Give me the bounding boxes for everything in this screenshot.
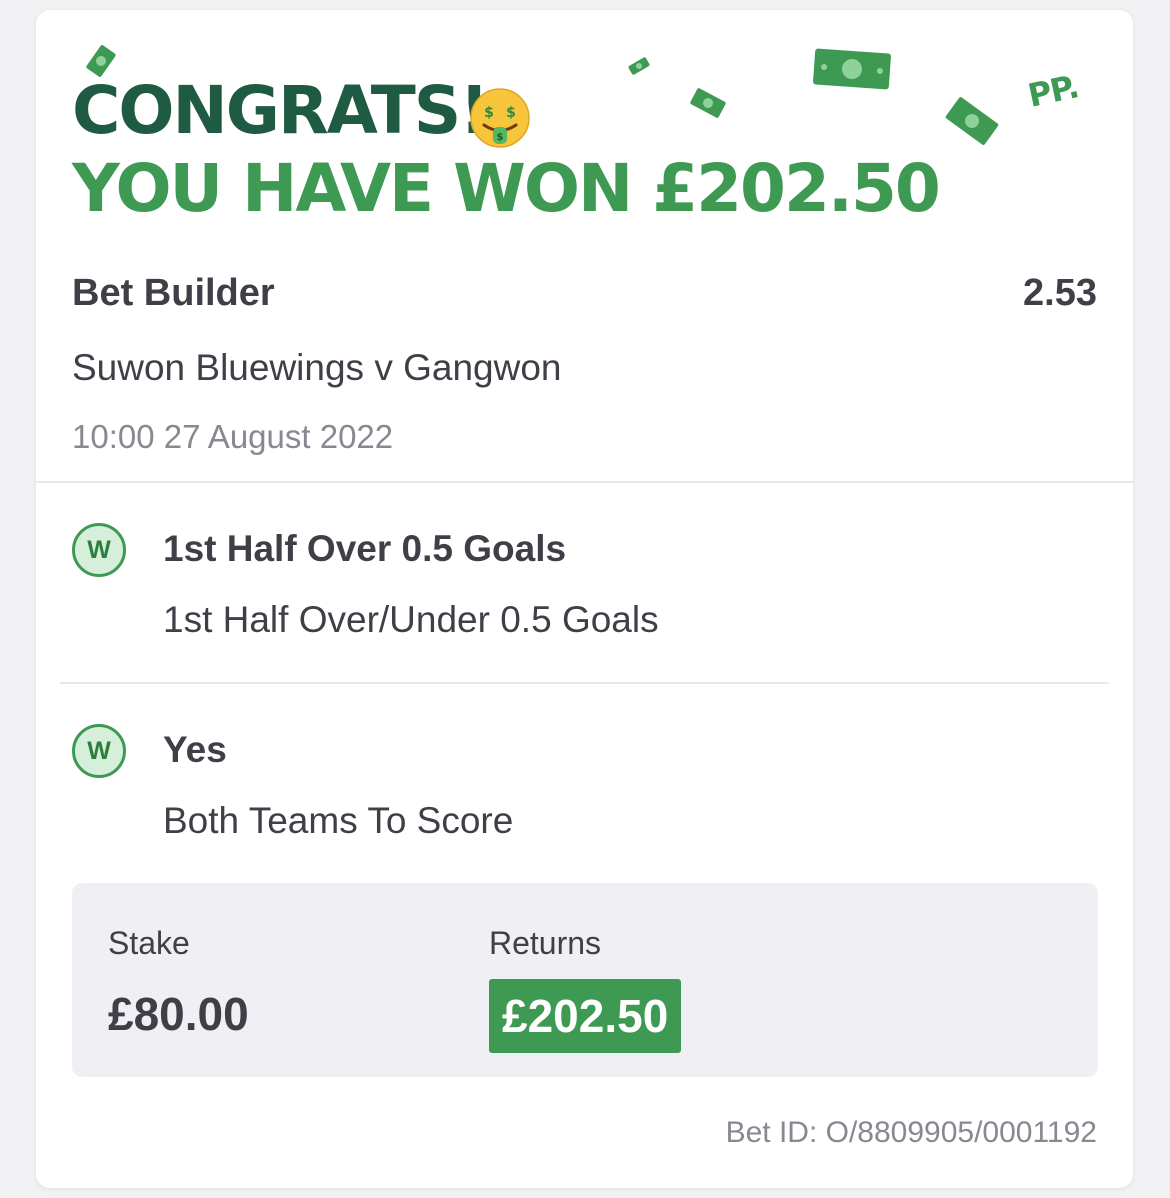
- money-mouth-face-icon: $ $ $: [470, 88, 530, 148]
- divider: [36, 481, 1133, 483]
- selection-market: Both Teams To Score: [163, 800, 514, 841]
- match-name: Suwon Bluewings v Gangwon: [72, 347, 562, 388]
- win-banner: CONGRATS! $ $ $ YOU HAVE WON £202.50 PP.: [36, 10, 1133, 240]
- returns-value: £202.50: [489, 979, 682, 1053]
- banknote-icon: [690, 88, 726, 118]
- selection-market: 1st Half Over/Under 0.5 Goals: [163, 599, 659, 640]
- banknote-icon: [945, 97, 999, 145]
- svg-text:$: $: [484, 105, 494, 121]
- banknote-icon: [813, 48, 891, 90]
- brand-logo: PP.: [1024, 67, 1082, 115]
- stake-returns-panel: Stake £80.00 Returns £202.50: [72, 883, 1098, 1077]
- svg-text:$: $: [506, 105, 516, 121]
- stake-label: Stake: [108, 925, 190, 961]
- stake-value: £80.00: [108, 988, 249, 1040]
- match-date: 10:00 27 August 2022: [72, 418, 394, 455]
- bet-receipt-card: CONGRATS! $ $ $ YOU HAVE WON £202.50 PP.…: [36, 10, 1133, 1188]
- divider: [60, 682, 1109, 684]
- returns-label: Returns: [489, 925, 602, 961]
- congrats-heading: CONGRATS!: [72, 72, 489, 149]
- win-badge-icon: W: [72, 523, 126, 577]
- svg-text:$: $: [497, 132, 504, 143]
- bet-id: Bet ID: O/8809905/0001192: [725, 1116, 1097, 1149]
- banknote-icon: [628, 57, 650, 75]
- win-badge-icon: W: [72, 724, 126, 778]
- amount-won-heading: YOU HAVE WON £202.50: [72, 150, 941, 227]
- bet-type: Bet Builder: [72, 272, 275, 314]
- selection-title: Yes: [163, 729, 227, 770]
- bet-odds: 2.53: [1023, 272, 1097, 314]
- selection-title: 1st Half Over 0.5 Goals: [163, 528, 567, 569]
